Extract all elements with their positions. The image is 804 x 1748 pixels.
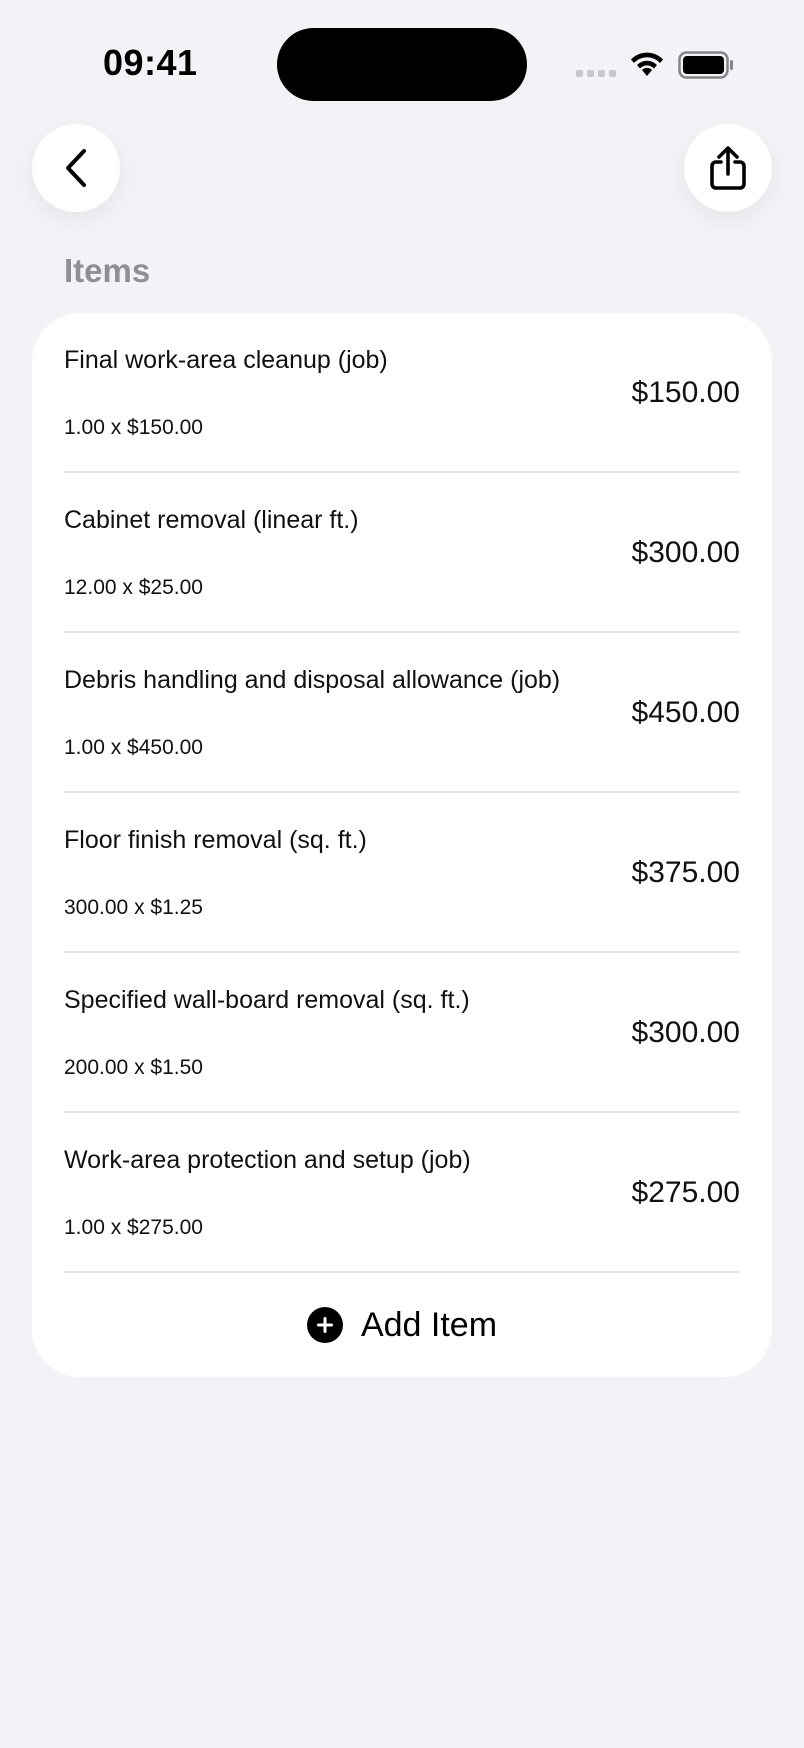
list-item[interactable]: Floor finish removal (sq. ft.) 300.00 x … <box>64 793 740 953</box>
item-qty-price: 300.00 x $1.25 <box>64 896 203 919</box>
back-button[interactable] <box>32 124 120 212</box>
item-total: $300.00 <box>631 536 740 569</box>
item-name: Cabinet removal (linear ft.) <box>64 506 359 534</box>
share-icon <box>710 146 746 190</box>
battery-icon <box>678 51 733 79</box>
item-qty-price: 1.00 x $275.00 <box>64 1216 203 1239</box>
wifi-icon <box>631 52 663 76</box>
item-name: Floor finish removal (sq. ft.) <box>64 826 367 854</box>
list-item[interactable]: Cabinet removal (linear ft.) 12.00 x $25… <box>64 473 740 633</box>
list-item[interactable]: Final work-area cleanup (job) 1.00 x $15… <box>64 313 740 473</box>
status-time: 09:41 <box>103 42 198 83</box>
share-button[interactable] <box>684 124 772 212</box>
item-name: Debris handling and disposal allowance (… <box>64 666 561 694</box>
cellular-signal-icon <box>576 70 616 80</box>
invoice-items-screen: 09:41 Items Final work-area cleanup (job… <box>0 0 804 1748</box>
item-qty-price: 200.00 x $1.50 <box>64 1056 203 1079</box>
item-total: $275.00 <box>631 1176 740 1209</box>
item-qty-price: 12.00 x $25.00 <box>64 576 203 599</box>
item-name: Final work-area cleanup (job) <box>64 346 388 374</box>
list-item[interactable]: Work-area protection and setup (job) 1.0… <box>64 1113 740 1273</box>
chevron-left-icon <box>66 149 86 187</box>
item-total: $375.00 <box>631 856 740 889</box>
item-total: $300.00 <box>631 1016 740 1049</box>
item-qty-price: 1.00 x $450.00 <box>64 736 203 759</box>
items-card: Final work-area cleanup (job) 1.00 x $15… <box>32 313 772 1377</box>
list-item[interactable]: Specified wall-board removal (sq. ft.) 2… <box>64 953 740 1113</box>
section-title-items: Items <box>64 252 151 289</box>
add-item-label: Add Item <box>360 1305 498 1344</box>
item-total: $450.00 <box>631 696 740 729</box>
list-item[interactable]: Debris handling and disposal allowance (… <box>64 633 740 793</box>
item-name: Work-area protection and setup (job) <box>64 1146 471 1174</box>
item-total: $150.00 <box>631 376 740 409</box>
items-list: Final work-area cleanup (job) 1.00 x $15… <box>32 313 772 1273</box>
dynamic-island <box>277 28 527 101</box>
add-item-button[interactable]: Add Item <box>32 1273 772 1377</box>
plus-circle-icon <box>306 1307 343 1343</box>
item-name: Specified wall-board removal (sq. ft.) <box>64 986 470 1014</box>
item-qty-price: 1.00 x $150.00 <box>64 416 203 439</box>
